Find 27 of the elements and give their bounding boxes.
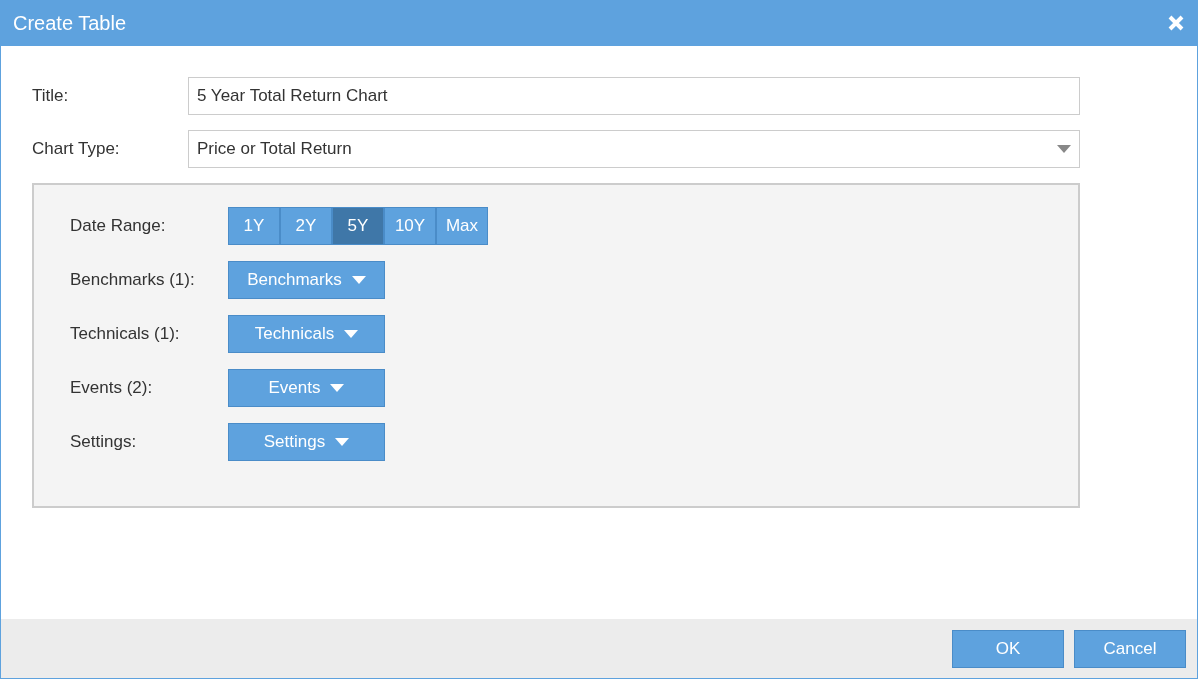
close-icon[interactable] — [1167, 14, 1185, 32]
range-button[interactable]: 5Y — [332, 207, 384, 245]
dropdown-button[interactable]: Settings — [228, 423, 385, 461]
caret-icon — [344, 330, 359, 338]
ok-button[interactable]: OK — [952, 629, 1064, 668]
field-label: Events (2): — [70, 377, 154, 400]
cancel-button[interactable]: Cancel — [1074, 629, 1186, 668]
caret-icon — [335, 438, 350, 446]
range-button[interactable]: 10Y — [384, 207, 436, 245]
dropdown-button[interactable]: Technicals — [228, 315, 385, 353]
range-button[interactable]: Max — [436, 207, 488, 245]
input-field[interactable]: 5 Year Total Return Chart — [188, 77, 1080, 115]
caret-icon — [351, 276, 366, 284]
field-label: Date Range: — [70, 215, 167, 238]
caret-icon — [1057, 145, 1071, 153]
field-label: Benchmarks (1): — [70, 269, 196, 292]
select-field[interactable]: Price or Total Return — [188, 130, 1080, 168]
field-label: Settings: — [70, 431, 138, 454]
dropdown-button[interactable]: Benchmarks — [228, 261, 385, 299]
field-label: Title: — [32, 85, 70, 108]
caret-icon — [330, 384, 345, 392]
range-button[interactable]: 1Y — [228, 207, 280, 245]
field-label: Technicals (1): — [70, 323, 181, 346]
range-button[interactable]: 2Y — [280, 207, 332, 245]
dropdown-button[interactable]: Events — [228, 369, 385, 407]
window-title: Create Table — [13, 11, 127, 36]
field-label: Chart Type: — [32, 138, 121, 161]
